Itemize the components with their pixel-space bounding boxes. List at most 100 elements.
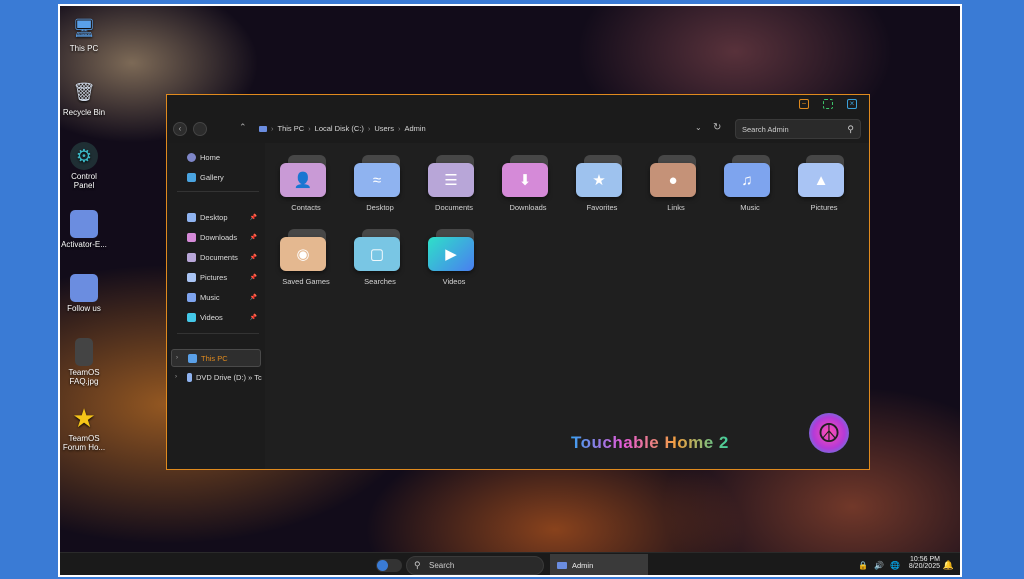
pictures-icon: ▲: [798, 163, 844, 197]
folder-downloads[interactable]: ⬇ Downloads: [495, 155, 561, 212]
lock-icon[interactable]: 🔒: [858, 561, 868, 570]
folder-videos[interactable]: ▶ Videos: [421, 229, 487, 286]
forward-button[interactable]: [193, 122, 207, 136]
monitor-icon: [188, 353, 197, 363]
back-button[interactable]: ‹: [173, 122, 187, 136]
desktop-icon-teamos-forum[interactable]: ★ TeamOS Forum Ho...: [60, 402, 114, 453]
breadcrumb-users[interactable]: Users: [374, 124, 394, 133]
sidebar-item-downloads[interactable]: Downloads 📌: [171, 229, 261, 245]
folder-favorites[interactable]: ★ Favorites: [569, 155, 635, 212]
network-globe-icon[interactable]: 🌐: [890, 561, 900, 570]
star-icon: ★: [576, 163, 622, 197]
pictures-icon: [187, 272, 196, 282]
pin-icon: 📌: [249, 274, 257, 281]
breadcrumb: › This PC › Local Disk (C:) › Users › Ad…: [259, 124, 426, 133]
title-bar: − ×: [167, 95, 869, 115]
search-input[interactable]: Search Admin ⚲: [735, 119, 861, 139]
gallery-icon: [187, 172, 196, 182]
folder-content-area: 👤 Contacts ≈ Desktop ☰ Documents ⬇ Downl…: [265, 143, 869, 469]
download-icon: [187, 232, 196, 242]
contact-icon: 👤: [280, 163, 326, 197]
desktop-icon-this-pc[interactable]: 🖥 This PC: [60, 14, 114, 54]
breadcrumb-admin[interactable]: Admin: [404, 124, 425, 133]
sidebar-item-dvd-drive[interactable]: › DVD Drive (D:) » Tc: [171, 369, 267, 385]
globe-icon: ●: [650, 163, 696, 197]
sidebar-item-desktop[interactable]: Desktop 📌: [171, 209, 261, 225]
chevron-right-icon[interactable]: ›: [175, 374, 177, 380]
folder-desktop[interactable]: ≈ Desktop: [347, 155, 413, 212]
pin-icon: 📌: [249, 214, 257, 221]
sidebar-item-gallery[interactable]: Gallery: [171, 169, 261, 185]
image-file-icon: [75, 338, 93, 366]
refresh-icon[interactable]: ↻: [713, 122, 721, 133]
home-icon: [187, 152, 196, 162]
search-folder-icon: ▢: [354, 237, 400, 271]
documents-icon: ☰: [428, 163, 474, 197]
video-icon: [187, 312, 196, 322]
headphones-icon: ♫: [724, 163, 770, 197]
desktop-icon-teamos-faq[interactable]: TeamOS FAQ.jpg: [60, 338, 114, 386]
clock[interactable]: 10:56 PM 8/20/2025: [909, 556, 940, 570]
documents-icon: [187, 252, 196, 262]
pin-icon: 📌: [249, 294, 257, 301]
divider: [177, 191, 259, 192]
folder-contacts[interactable]: 👤 Contacts: [273, 155, 339, 212]
desktop-icon-recycle-bin[interactable]: 🗑 Recycle Bin: [60, 78, 114, 118]
address-bar: ‹ ⌃ › This PC › Local Disk (C:) › Users …: [167, 115, 869, 143]
download-icon: ⬇: [502, 163, 548, 197]
sidebar-item-this-pc[interactable]: › This PC: [171, 349, 261, 367]
search-icon: ⚲: [847, 124, 854, 134]
chevron-down-icon[interactable]: ⌄: [695, 123, 702, 132]
folder-icon: [259, 125, 267, 132]
close-button[interactable]: ×: [847, 99, 857, 109]
maximize-button[interactable]: [823, 99, 833, 109]
desktop-icon: ≈: [354, 163, 400, 197]
star-icon: ★: [72, 402, 96, 433]
video-icon: ▶: [428, 237, 474, 271]
folder-pictures[interactable]: ▲ Pictures: [791, 155, 857, 212]
desktop-icon-control-panel[interactable]: ⚙ Control Panel: [60, 142, 114, 190]
sidebar-item-videos[interactable]: Videos 📌: [171, 309, 261, 325]
music-icon: [187, 292, 196, 302]
chevron-right-icon[interactable]: ›: [176, 355, 178, 361]
monitor-icon: 🖥: [72, 17, 96, 38]
search-icon: ⚲: [414, 560, 421, 570]
pin-icon: 📌: [249, 314, 257, 321]
desktop-icon-follow-us[interactable]: Follow us: [60, 274, 114, 313]
taskbar: ⚲ Search Admin 🔒 🔊 🌐 10:56 PM 8/20/2025 …: [60, 552, 960, 575]
pin-icon: 📌: [249, 254, 257, 261]
up-arrow-icon[interactable]: ⌃: [239, 122, 247, 133]
taskbar-app-admin[interactable]: Admin: [550, 554, 648, 575]
recycle-bin-icon: 🗑: [72, 81, 96, 102]
breadcrumb-this-pc[interactable]: This PC: [278, 124, 305, 133]
navigation-pane: Home Gallery Desktop 📌 Downloads 📌 Docum…: [167, 143, 265, 469]
control-panel-icon: ⚙: [70, 142, 98, 170]
toggle-knob: [377, 560, 388, 571]
folder-icon: [557, 562, 567, 569]
desktop-icon-activator[interactable]: Activator-E...: [60, 210, 114, 249]
folder-music[interactable]: ♫ Music: [717, 155, 783, 212]
volume-icon[interactable]: 🔊: [874, 561, 884, 570]
sidebar-item-pictures[interactable]: Pictures 📌: [171, 269, 261, 285]
peace-sign-logo-icon: ☮: [809, 413, 849, 453]
dvd-drive-icon: [187, 372, 192, 382]
sidebar-item-documents[interactable]: Documents 📌: [171, 249, 261, 265]
widgets-toggle[interactable]: [376, 559, 402, 572]
folder-documents[interactable]: ☰ Documents: [421, 155, 487, 212]
sidebar-item-home[interactable]: Home: [171, 149, 261, 165]
notification-bell-icon[interactable]: 🔔: [943, 560, 954, 571]
system-tray-icons: 🔒 🔊 🌐: [858, 561, 900, 570]
touchable-home-logo-text: Touchable Home 2: [571, 433, 729, 452]
folder-searches[interactable]: ▢ Searches: [347, 229, 413, 286]
sidebar-item-music[interactable]: Music 📌: [171, 289, 261, 305]
desktop-frame: 🖥 This PC 🗑 Recycle Bin ⚙ Control Panel …: [58, 4, 962, 577]
folder-saved-games[interactable]: ◉ Saved Games: [273, 229, 339, 286]
folder-links[interactable]: ● Links: [643, 155, 709, 212]
minimize-button[interactable]: −: [799, 99, 809, 109]
breadcrumb-local-disk[interactable]: Local Disk (C:): [315, 124, 364, 133]
file-explorer-window: − × ‹ ⌃ › This PC › Local Disk (C:) › Us…: [166, 94, 870, 470]
folder-icon: [70, 274, 98, 302]
taskbar-search-box[interactable]: ⚲ Search: [406, 556, 544, 575]
folder-icon: [70, 210, 98, 238]
gamepad-icon: ◉: [280, 237, 326, 271]
